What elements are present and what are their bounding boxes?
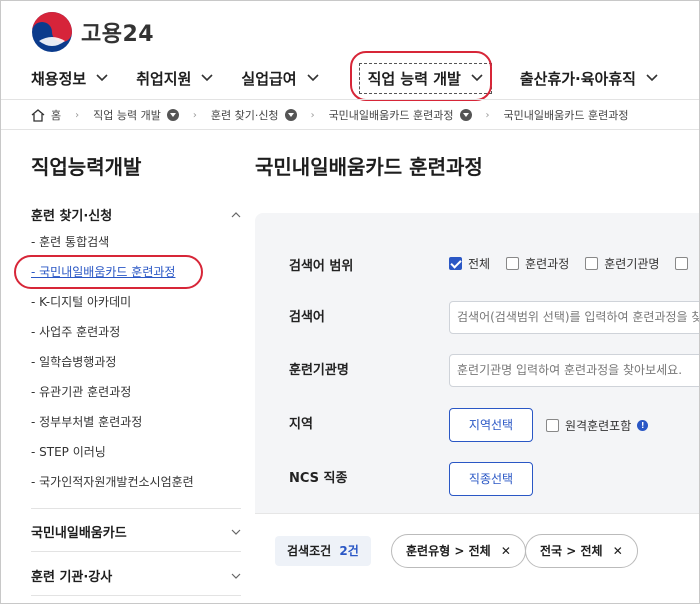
breadcrumb-home[interactable]: 홈: [51, 107, 61, 123]
chevron-right-icon: ›: [75, 109, 80, 121]
region-select-button[interactable]: 지역선택: [449, 408, 533, 442]
sidebar-item-work-study[interactable]: - 일학습병행과정: [31, 353, 194, 383]
search-scope-options: 전체 훈련과정 훈련기관명: [449, 255, 689, 272]
scope-option-course[interactable]: 훈련과정: [506, 255, 569, 272]
chevron-right-icon: ›: [192, 109, 197, 121]
checkbox[interactable]: [506, 257, 520, 270]
dropdown-icon[interactable]: [284, 109, 297, 121]
sidebar-item-consortium[interactable]: - 국가인적자원개발컨소시엄훈련: [31, 473, 194, 503]
divider: [31, 595, 241, 596]
nav-label: 출산휴가·육아휴직: [519, 69, 636, 88]
dropdown-icon[interactable]: [459, 109, 472, 121]
checkbox[interactable]: [546, 419, 559, 432]
scope-option-institution[interactable]: 훈련기관명: [585, 255, 659, 272]
chevron-down-icon: [231, 529, 241, 535]
institution-label: 훈련기관명: [289, 363, 349, 378]
breadcrumb: 홈 › 직업 능력 개발 › 훈련 찾기·신청 › 국민내일배움카드 훈련과정 …: [31, 107, 628, 123]
keyword-label: 검색어: [289, 310, 325, 325]
sidebar-item-step[interactable]: - STEP 이러닝: [31, 443, 194, 473]
checkbox-checked[interactable]: [449, 257, 462, 270]
home-icon[interactable]: [31, 108, 45, 122]
chevron-down-icon: [201, 74, 213, 82]
chip-label: 훈련유형 > 전체: [406, 544, 491, 558]
chevron-up-icon: [231, 211, 241, 217]
sidebar-item-government[interactable]: - 정부부처별 훈련과정: [31, 413, 194, 443]
checkbox[interactable]: [675, 257, 689, 270]
nav-item-employment-support[interactable]: 취업지원: [136, 68, 213, 89]
chevron-down-icon: [96, 74, 108, 82]
sidebar-item-related-agency[interactable]: - 유관기관 훈련과정: [31, 383, 194, 413]
chevron-right-icon: ›: [485, 109, 490, 121]
checkbox[interactable]: [585, 257, 599, 270]
divider: [31, 551, 241, 552]
region-label: 지역: [289, 417, 313, 432]
divider: [1, 129, 699, 130]
option-label: 전체: [468, 257, 491, 271]
site-logo[interactable]: 고용24: [31, 11, 154, 53]
option-label: 훈련기관명: [604, 257, 660, 271]
conditions-count: 2건: [339, 544, 359, 558]
close-icon[interactable]: ✕: [501, 544, 511, 558]
highlight-annotation: [14, 255, 203, 289]
institution-input[interactable]: 훈련기관명 입력하여 훈련과정을 찾아보세요.: [449, 354, 699, 387]
highlight-annotation: [350, 51, 492, 101]
nav-label: 채용정보: [31, 69, 87, 88]
conditions-text: 검색조건: [287, 544, 332, 558]
breadcrumb-current: 국민내일배움카드 훈련과정: [503, 109, 629, 122]
chevron-right-icon: ›: [310, 109, 315, 121]
remote-training-option[interactable]: 원격훈련포함 !: [546, 417, 649, 434]
condition-chip-training-type: 훈련유형 > 전체 ✕: [391, 534, 526, 568]
ncs-select-button[interactable]: 직종선택: [449, 462, 533, 496]
nav-label: 취업지원: [136, 69, 192, 88]
divider: [31, 508, 241, 509]
page: 고용24 채용정보 취업지원 실업급여 직업 능력 개발 출산휴가·육아휴직 홈…: [0, 0, 700, 604]
chip-label: 전국 > 전체: [540, 544, 603, 558]
search-conditions-label: 검색조건 2건: [275, 536, 371, 566]
option-label: 훈련과정: [525, 257, 570, 271]
sidebar-group-label: 훈련 찾기·신청: [31, 209, 113, 224]
breadcrumb-item[interactable]: 훈련 찾기·신청: [211, 107, 279, 123]
keyword-input[interactable]: 검색어(검색범위 선택)를 입력하여 훈련과정을 찾아보세요.: [449, 301, 699, 334]
sidebar-group-institution[interactable]: 훈련 기관·강사: [31, 566, 241, 585]
sidebar-item-k-digital[interactable]: - K-디지털 아카데미: [31, 293, 194, 323]
close-icon[interactable]: ✕: [613, 544, 623, 558]
remote-label: 원격훈련포함: [565, 419, 632, 433]
sidebar-group-training-search[interactable]: 훈련 찾기·신청: [31, 205, 241, 224]
condition-chip-region: 전국 > 전체 ✕: [525, 534, 638, 568]
sidebar-group-label: 훈련 기관·강사: [31, 570, 113, 585]
breadcrumb-item[interactable]: 국민내일배움카드 훈련과정: [329, 107, 454, 123]
dropdown-icon[interactable]: [166, 109, 179, 121]
nav-item-unemployment-benefit[interactable]: 실업급여: [241, 68, 319, 89]
page-title: 국민내일배움카드 훈련과정: [255, 155, 483, 179]
sidebar-title: 직업능력개발: [31, 155, 142, 179]
info-icon[interactable]: !: [637, 420, 649, 431]
sidebar-item-employer[interactable]: - 사업주 훈련과정: [31, 323, 194, 353]
ncs-label: NCS 직종: [289, 471, 348, 486]
chevron-down-icon: [307, 74, 319, 82]
logo-text: 고용24: [81, 22, 155, 47]
nav-item-parental-leave[interactable]: 출산휴가·육아휴직: [520, 68, 658, 89]
divider: [1, 99, 699, 100]
taegeuk-logo-icon: [32, 12, 72, 52]
search-scope-label: 검색어 범위: [289, 259, 354, 274]
scope-option-all[interactable]: 전체: [449, 255, 490, 272]
nav-label: 실업급여: [241, 69, 297, 88]
chevron-down-icon: [646, 74, 658, 82]
sidebar-group-label: 국민내일배움카드: [31, 526, 127, 541]
nav-item-jobs[interactable]: 채용정보: [31, 68, 108, 89]
chevron-down-icon: [231, 573, 241, 579]
sidebar-group-naeil-card[interactable]: 국민내일배움카드: [31, 522, 241, 541]
breadcrumb-item[interactable]: 직업 능력 개발: [93, 107, 161, 123]
